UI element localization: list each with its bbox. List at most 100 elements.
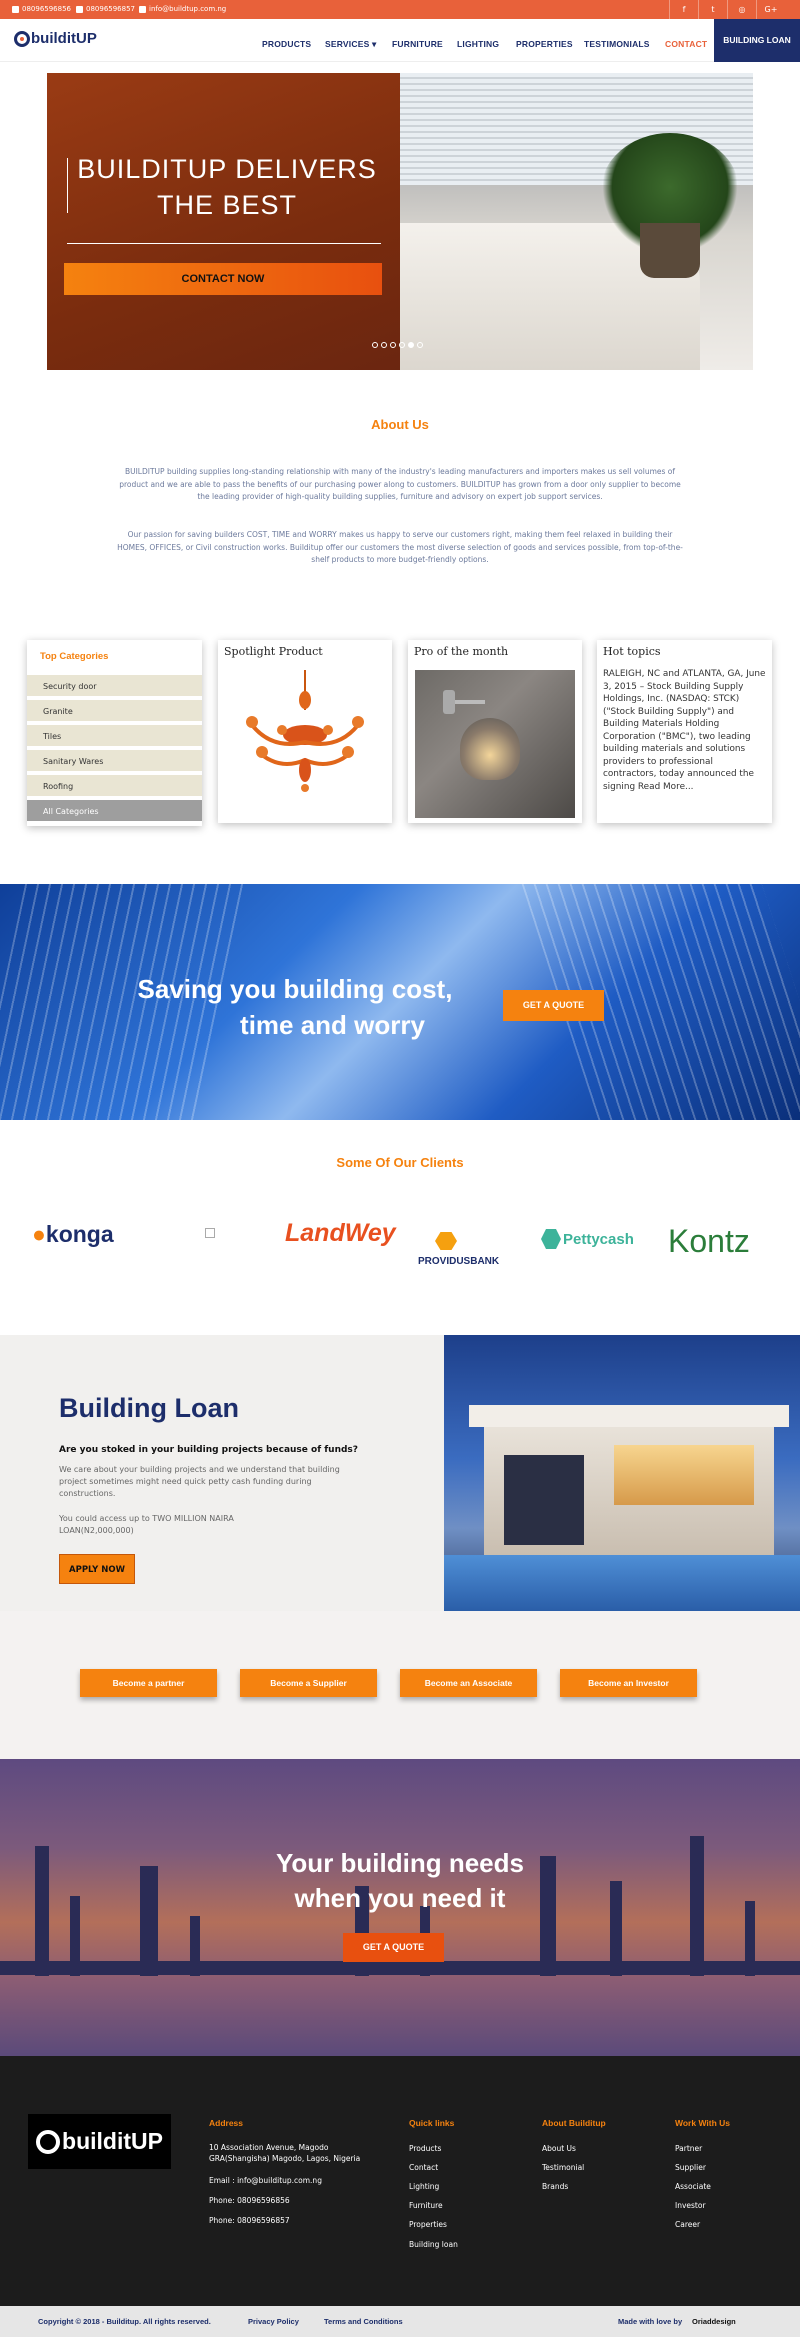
address-heading: Address: [209, 2118, 244, 2128]
spotlight-product-card[interactable]: Spotlight Product: [218, 640, 392, 823]
footer-link-investor[interactable]: Investor: [675, 2201, 706, 2211]
bottom-bar: Copyright © 2018 - Builditup. All rights…: [0, 2306, 800, 2337]
footer-link-about[interactable]: About Us: [542, 2144, 576, 2154]
slide-dot[interactable]: [390, 342, 396, 348]
chandelier-image: [246, 670, 364, 792]
footer-link-furniture[interactable]: Furniture: [409, 2201, 443, 2211]
footer-phone-1[interactable]: Phone: 08096596856: [209, 2196, 290, 2206]
footer-logo[interactable]: builditUP: [28, 2114, 171, 2169]
footer-link-testimonial[interactable]: Testimonial: [542, 2163, 584, 2173]
copyright-text: Copyright © 2018 - Builditup. All rights…: [38, 2317, 211, 2326]
footer-logo-text: builditUP: [62, 2128, 163, 2154]
needs-title: Your building needs when you need it: [200, 1846, 600, 1916]
nav-services[interactable]: SERVICES ▾: [325, 39, 376, 50]
nav-lighting[interactable]: LIGHTING: [457, 39, 499, 49]
footer-link-partner[interactable]: Partner: [675, 2144, 702, 2154]
category-all[interactable]: All Categories: [27, 800, 202, 823]
footer-link-products[interactable]: Products: [409, 2144, 441, 2154]
client-konga-logo[interactable]: ●konga: [32, 1221, 114, 1248]
become-supplier-button[interactable]: Become a Supplier: [240, 1669, 377, 1697]
hero-title: BUILDITUP DELIVERS THE BEST: [67, 151, 387, 223]
google-plus-icon[interactable]: G+: [756, 0, 785, 19]
slider-dots: [372, 342, 423, 348]
client-name: Pettycash: [563, 1230, 634, 1248]
nav-testimonials[interactable]: TESTIMONIALS: [584, 39, 650, 49]
slide-dot[interactable]: [417, 342, 423, 348]
client-providus-logo[interactable]: PROVIDUSBANK: [418, 1232, 499, 1267]
mail-icon: [139, 5, 146, 13]
address-text: 10 Association Avenue, Magodo GRA(Shangi…: [209, 2143, 361, 2163]
hot-topics-text: RALEIGH, NC and ATLANTA, GA, June 3, 201…: [603, 669, 766, 792]
logo-text: builditUP: [31, 30, 97, 47]
facebook-icon[interactable]: f: [669, 0, 698, 19]
category-tiles[interactable]: Tiles: [27, 725, 202, 748]
plant-pot: [640, 223, 700, 278]
loan-title: Building Loan: [59, 1393, 239, 1423]
client-name: konga: [45, 1221, 114, 1247]
become-partner-button[interactable]: Become a partner: [80, 1669, 217, 1697]
broken-image-icon: [205, 1228, 215, 1238]
footer-link-properties[interactable]: Properties: [409, 2220, 447, 2230]
needs-line1: Your building needs: [276, 1848, 524, 1878]
frame-line: [67, 243, 381, 244]
client-kontz-logo[interactable]: Kontz: [668, 1223, 750, 1260]
phone-number: 08096596857: [86, 5, 135, 13]
category-roofing[interactable]: Roofing: [27, 775, 202, 798]
become-associate-button[interactable]: Become an Associate: [400, 1669, 537, 1697]
phone-icon: [12, 5, 19, 13]
nav-products[interactable]: PRODUCTS: [262, 39, 311, 49]
email-address: info@buildtup.com.ng: [149, 5, 227, 13]
footer-link-contact[interactable]: Contact: [409, 2163, 438, 2173]
client-landwey-logo[interactable]: LandWey: [285, 1219, 396, 1248]
needs-line2: when you need it: [294, 1883, 506, 1913]
quick-links-heading: Quick links: [409, 2118, 455, 2128]
phone-contact-1[interactable]: 08096596856: [12, 5, 71, 13]
site-logo[interactable]: builditUP: [14, 30, 97, 47]
footer-link-brands[interactable]: Brands: [542, 2182, 568, 2192]
apply-now-button[interactable]: APPLY NOW: [59, 1554, 135, 1584]
slide-dot[interactable]: [372, 342, 378, 348]
work-heading: Work With Us: [675, 2118, 731, 2128]
banner-line1: Saving you building cost,: [137, 974, 453, 1004]
footer-link-lighting[interactable]: Lighting: [409, 2182, 439, 2192]
email-contact[interactable]: info@buildtup.com.ng: [139, 5, 226, 13]
get-quote-button[interactable]: GET A QUOTE: [503, 990, 604, 1021]
footer-link-associate[interactable]: Associate: [675, 2182, 711, 2192]
banner-line2: time and worry: [240, 1010, 425, 1040]
terms-link[interactable]: Terms and Conditions: [324, 2317, 403, 2326]
slab-line: [0, 1961, 800, 1975]
about-paragraph-1: BUILDITUP building supplies long-standin…: [119, 467, 681, 501]
hot-topics-card: Hot topics RALEIGH, NC and ATLANTA, GA, …: [597, 640, 772, 823]
get-quote-button-2[interactable]: GET A QUOTE: [343, 1933, 444, 1962]
footer-link-supplier[interactable]: Supplier: [675, 2163, 706, 2173]
phone-contact-2[interactable]: 08096596857: [76, 5, 135, 13]
building-loan-button[interactable]: BUILDING LOAN: [714, 19, 800, 62]
top-categories-card: Top Categories Security door Granite Til…: [27, 640, 202, 826]
logo-mark-icon: [36, 2129, 61, 2154]
twitter-icon[interactable]: t: [698, 0, 727, 19]
category-security-door[interactable]: Security door: [27, 675, 202, 698]
made-with-love-text: Made with love by: [618, 2317, 683, 2326]
maker-link[interactable]: Oriaddesign: [692, 2317, 736, 2326]
privacy-policy-link[interactable]: Privacy Policy: [248, 2317, 299, 2326]
footer-link-building-loan[interactable]: Building loan: [409, 2240, 458, 2250]
footer-phone-2[interactable]: Phone: 08096596857: [209, 2216, 290, 2226]
category-granite[interactable]: Granite: [27, 700, 202, 723]
contact-now-button[interactable]: CONTACT NOW: [64, 263, 382, 295]
nav-properties[interactable]: PROPERTIES: [516, 39, 573, 49]
clients-title: Some Of Our Clients: [336, 1155, 464, 1170]
instagram-icon[interactable]: ◎: [727, 0, 756, 19]
slide-dot-active[interactable]: [408, 342, 414, 348]
become-investor-button[interactable]: Become an Investor: [560, 1669, 697, 1697]
client-pettycash-logo[interactable]: Pettycash: [541, 1229, 634, 1249]
hero-image: [400, 73, 753, 370]
slide-dot[interactable]: [381, 342, 387, 348]
read-more-link[interactable]: Read More...: [638, 782, 694, 792]
pro-of-month-card[interactable]: Pro of the month: [408, 640, 582, 823]
category-sanitary-wares[interactable]: Sanitary Wares: [27, 750, 202, 773]
slide-dot[interactable]: [399, 342, 405, 348]
footer-email[interactable]: Email : info@builditup.com.ng: [209, 2176, 322, 2186]
nav-furniture[interactable]: FURNITURE: [392, 39, 443, 49]
footer-link-career[interactable]: Career: [675, 2220, 700, 2230]
nav-contact[interactable]: CONTACT: [665, 39, 707, 49]
